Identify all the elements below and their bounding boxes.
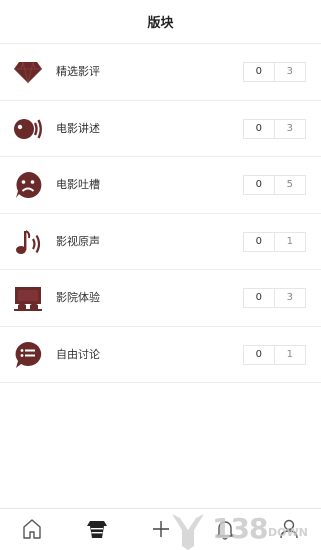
count-left: 0 xyxy=(244,345,275,364)
diamond-icon xyxy=(13,57,43,87)
count-left: 0 xyxy=(244,289,275,307)
section-label: 自由讨论 xyxy=(56,347,100,361)
count-left: 0 xyxy=(244,176,275,194)
section-row-movie-narration[interactable]: 电影讲述 0 3 xyxy=(0,101,321,157)
count-right: 3 xyxy=(286,292,293,303)
forum-icon xyxy=(87,521,107,538)
section-row-soundtracks[interactable]: 影视原声 0 1 xyxy=(0,214,321,270)
tab-notifications[interactable] xyxy=(213,517,237,541)
speaker-speech-icon xyxy=(13,114,43,144)
cinema-screen-icon xyxy=(13,283,43,313)
section-label: 精选影评 xyxy=(56,65,100,78)
section-label: 影视原声 xyxy=(56,234,100,248)
page-title: 版块 xyxy=(147,16,174,31)
music-note-icon xyxy=(13,227,43,257)
section-label: 电影讲述 xyxy=(56,121,100,135)
tab-profile[interactable] xyxy=(277,517,301,541)
section-row-movie-rants[interactable]: 电影吐槽 0 5 xyxy=(0,157,321,214)
bell-icon xyxy=(216,521,234,540)
tab-forum[interactable] xyxy=(85,517,109,541)
chat-bubble-icon xyxy=(13,340,43,370)
tab-bar xyxy=(0,508,321,550)
count-left: 0 xyxy=(244,119,275,138)
count-left: 0 xyxy=(244,63,275,81)
tab-create[interactable] xyxy=(149,517,173,541)
home-icon xyxy=(23,519,41,539)
section-label: 影院体验 xyxy=(56,291,100,304)
section-row-free-discussion[interactable]: 自由讨论 0 1 xyxy=(0,327,321,383)
plus-icon xyxy=(153,521,169,537)
sad-face-icon xyxy=(13,170,43,200)
tab-home[interactable] xyxy=(20,517,44,541)
section-row-cinema-experience[interactable]: 影院体验 0 3 xyxy=(0,270,321,327)
section-list: 精选影评 0 3 电影讲述 0 3 电影吐槽 0 5 影视原声 0 1 影院体验… xyxy=(0,44,321,383)
section-counts: 0 5 xyxy=(243,175,306,195)
section-row-featured-reviews[interactable]: 精选影评 0 3 xyxy=(0,44,321,101)
count-left: 0 xyxy=(244,232,275,251)
count-right: 5 xyxy=(286,179,293,190)
section-counts: 0 1 xyxy=(243,344,306,365)
section-counts: 0 3 xyxy=(243,62,306,82)
count-right: 3 xyxy=(286,122,293,134)
section-counts: 0 3 xyxy=(243,288,306,308)
section-counts: 0 1 xyxy=(243,231,306,252)
count-right: 1 xyxy=(286,348,293,360)
section-label: 电影吐槽 xyxy=(56,178,100,191)
count-right: 3 xyxy=(286,66,293,77)
section-counts: 0 3 xyxy=(243,118,306,139)
header: 版块 xyxy=(0,0,321,44)
profile-icon xyxy=(280,519,298,539)
count-right: 1 xyxy=(286,235,293,247)
